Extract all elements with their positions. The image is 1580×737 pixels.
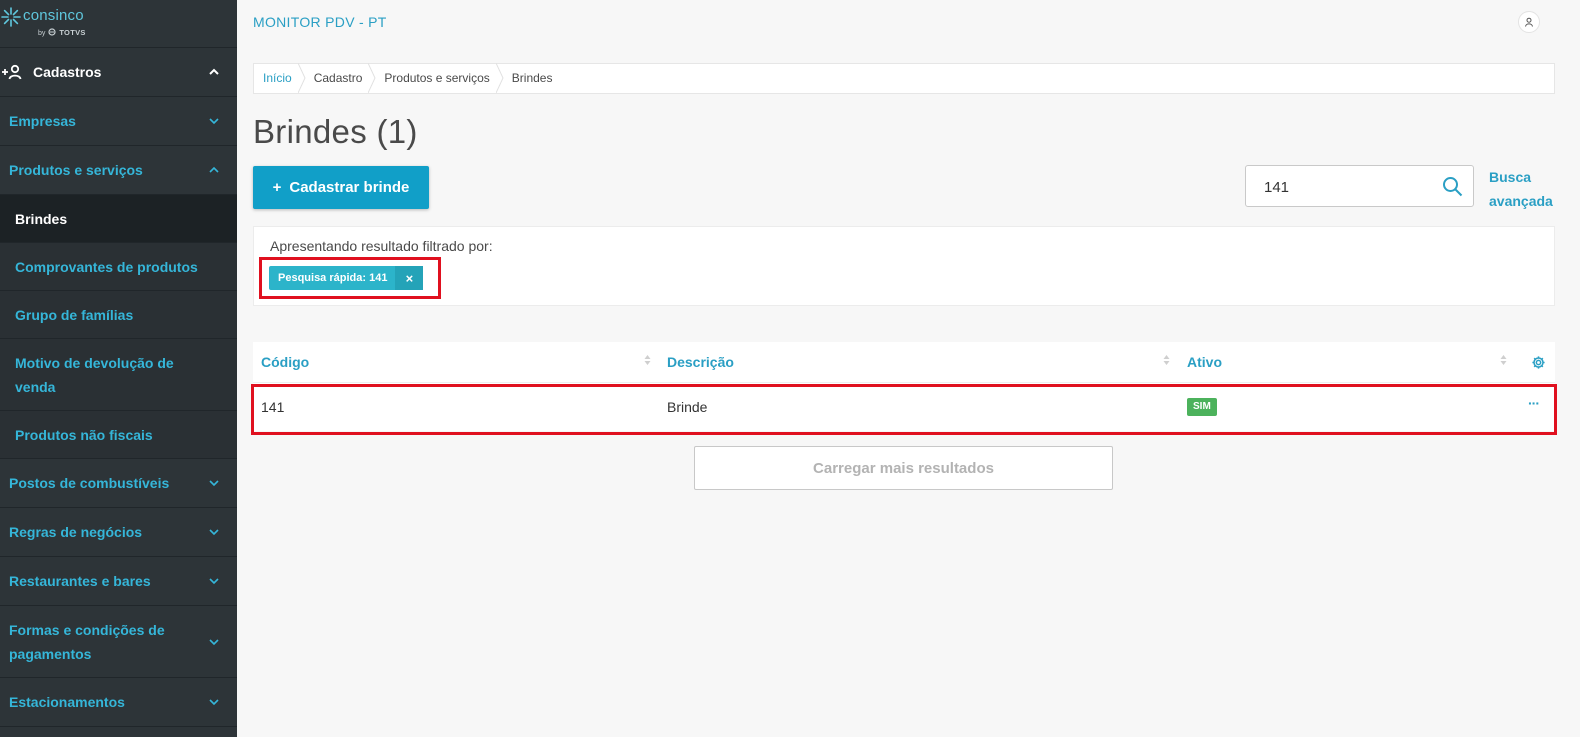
user-menu-button[interactable] — [1518, 11, 1540, 33]
sidebar-item-formas-e-condicoes[interactable]: Formas e condições de pagamentos — [0, 606, 237, 678]
sidebar-item-restaurantes-e-bares[interactable]: Restaurantes e bares — [0, 557, 237, 606]
sidebar-item-produtos-e-servicos[interactable]: Produtos e serviços — [0, 146, 237, 195]
sidebar-item-estacionamentos[interactable]: Estacionamentos — [0, 678, 237, 727]
sidebar-item-comprovantes-de-produtos[interactable]: Comprovantes de produtos — [0, 243, 237, 291]
sidebar-item-label: Estacionamentos — [9, 694, 125, 710]
filter-panel: Apresentando resultado filtrado por: Pes… — [253, 226, 1555, 306]
sidebar-section-cadastros[interactable]: Cadastros — [0, 48, 237, 97]
sort-icon[interactable] — [1163, 354, 1170, 366]
add-user-icon — [2, 64, 22, 80]
search-box — [1245, 165, 1474, 207]
brand-sub-by: by — [38, 30, 46, 37]
user-icon — [1525, 17, 1533, 27]
filter-label: Apresentando resultado filtrado por: — [270, 238, 493, 254]
main-content: MONITOR PDV - PT Início Cadastro Produto… — [237, 0, 1580, 737]
breadcrumb-label: Produtos e serviços — [384, 71, 490, 85]
brand-logo[interactable]: consinco by TOTVS — [0, 0, 237, 48]
chevron-up-icon — [209, 68, 219, 75]
breadcrumb-label: Cadastro — [313, 71, 363, 85]
sidebar-item-regras-de-negocios[interactable]: Regras de negócios — [0, 508, 237, 557]
advanced-search-label: Busca avançada — [1489, 169, 1553, 209]
load-more-button[interactable]: Carregar mais resultados — [694, 446, 1113, 490]
sidebar: consinco by TOTVS Cadastros Empresas Pro… — [0, 0, 237, 737]
sidebar-item-label: Empresas — [9, 113, 76, 129]
sidebar-item-motivo-de-devolucao[interactable]: Motivo de devolução de venda — [0, 339, 237, 411]
sidebar-item-label: Produtos e serviços — [9, 162, 143, 178]
breadcrumb-inicio[interactable]: Início — [254, 63, 306, 94]
column-header-descricao[interactable]: Descrição — [667, 342, 734, 382]
load-more-label: Carregar mais resultados — [813, 459, 994, 477]
column-header-codigo[interactable]: Código — [261, 342, 309, 382]
sidebar-item-label: Formas e condições de pagamentos — [9, 621, 165, 662]
breadcrumb-label: Brindes — [511, 71, 553, 85]
breadcrumb-label: Início — [263, 71, 292, 85]
sidebar-item-label: Restaurantes e bares — [9, 573, 151, 589]
chevron-down-icon — [209, 578, 219, 585]
gear-icon[interactable] — [1531, 355, 1546, 370]
chevron-down-icon — [209, 480, 219, 487]
search-input[interactable] — [1262, 176, 1436, 198]
column-header-label: Código — [261, 354, 310, 370]
sidebar-item-brindes[interactable]: Brindes — [0, 195, 237, 243]
chevron-up-icon — [209, 166, 219, 173]
chevron-down-icon — [209, 638, 219, 645]
breadcrumb-separator-icon — [297, 63, 306, 93]
search-icon[interactable] — [1442, 176, 1463, 197]
breadcrumb-cadastro[interactable]: Cadastro — [306, 63, 377, 94]
result-row-highlight — [251, 384, 1557, 435]
sort-icon[interactable] — [1500, 354, 1507, 366]
column-header-label: Descrição — [667, 354, 734, 370]
sidebar-item-label: Motivo de devolução de venda — [15, 354, 174, 395]
breadcrumb-produtos-e-servicos[interactable]: Produtos e serviços — [376, 63, 504, 94]
table-header: Código Descrição Ativo — [253, 342, 1555, 383]
plus-icon: + — [272, 179, 282, 196]
sidebar-item-empresas[interactable]: Empresas — [0, 97, 237, 146]
sidebar-item-grupo-de-familias[interactable]: Grupo de famílias — [0, 291, 237, 339]
brand-sub: by TOTVS — [38, 28, 86, 37]
breadcrumb-separator-icon — [368, 63, 376, 93]
sidebar-item-label: Produtos não fiscais — [15, 426, 153, 443]
sidebar-item-label: Comprovantes de produtos — [15, 258, 198, 275]
chevron-down-icon — [209, 118, 219, 125]
sidebar-item-label: Grupo de famílias — [15, 306, 134, 323]
brand-name: consinco — [23, 7, 84, 24]
breadcrumb-brindes: Brindes — [504, 63, 567, 94]
chevron-down-icon — [209, 529, 219, 536]
sidebar-item-label: Brindes — [15, 210, 68, 227]
app-title: MONITOR PDV - PT — [253, 14, 387, 30]
advanced-search-link[interactable]: Busca avançada — [1489, 165, 1559, 213]
breadcrumb: Início Cadastro Produtos e serviços Brin… — [253, 63, 1555, 94]
sidebar-item-label: Postos de combustíveis — [9, 475, 170, 491]
filter-chip-highlight — [259, 257, 441, 299]
chevron-down-icon — [209, 699, 219, 706]
totvs-logo-icon — [48, 28, 56, 36]
sidebar-item-produtos-nao-fiscais[interactable]: Produtos não fiscais — [0, 411, 237, 459]
sort-icon[interactable] — [644, 354, 651, 366]
sidebar-item-label: Regras de negócios — [9, 524, 143, 540]
add-brinde-label: Cadastrar brinde — [289, 179, 410, 196]
column-header-label: Ativo — [1187, 354, 1222, 370]
page-title: Brindes (1) — [253, 113, 418, 150]
consinco-star-icon — [1, 7, 21, 27]
column-header-ativo[interactable]: Ativo — [1187, 342, 1222, 382]
breadcrumb-separator-icon — [495, 63, 504, 93]
sidebar-item-postos-de-combustiveis[interactable]: Postos de combustíveis — [0, 459, 237, 508]
add-brinde-button[interactable]: + Cadastrar brinde — [253, 166, 429, 209]
sidebar-section-label: Cadastros — [33, 64, 102, 80]
brand-sub-brand: TOTVS — [59, 28, 86, 37]
